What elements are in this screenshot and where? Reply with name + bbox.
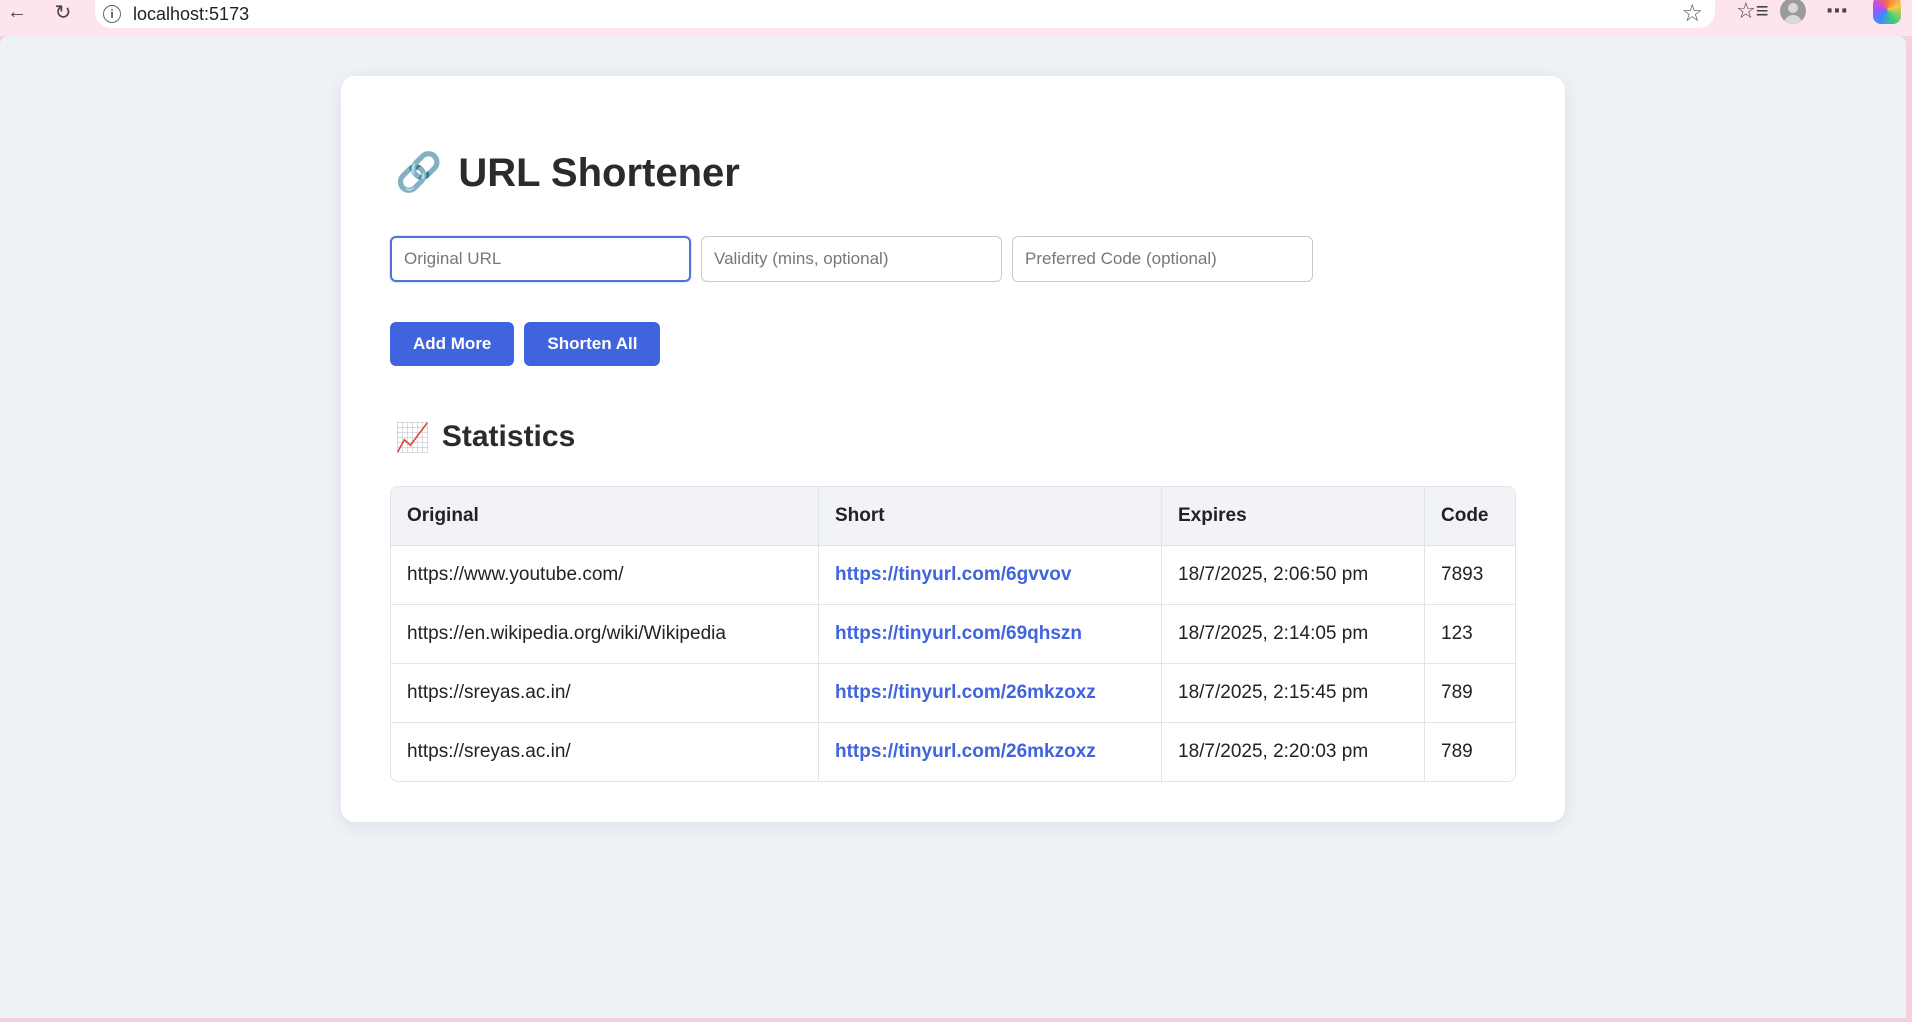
short-link[interactable]: https://tinyurl.com/26mkzoxz — [835, 682, 1096, 703]
statistics-heading: 📈 Statistics — [395, 416, 575, 458]
form-actions: Add More Shorten All — [390, 322, 661, 366]
favorites-icon[interactable]: ☆≡ — [1736, 0, 1769, 24]
more-icon[interactable]: ⋯ — [1826, 0, 1848, 24]
address-bar[interactable]: i localhost:5173 ☆ — [95, 0, 1715, 28]
table-row: https://sreyas.ac.in/ https://tinyurl.co… — [391, 722, 1515, 781]
short-link[interactable]: https://tinyurl.com/26mkzoxz — [835, 741, 1096, 762]
cell-original: https://sreyas.ac.in/ — [391, 663, 819, 723]
table-row: https://www.youtube.com/ https://tinyurl… — [391, 545, 1515, 605]
cell-code: 789 — [1441, 741, 1473, 762]
cell-original: https://sreyas.ac.in/ — [391, 722, 819, 781]
cell-expires: 18/7/2025, 2:06:50 pm — [1161, 545, 1425, 605]
table-header-row: Original Short Expires Code — [391, 487, 1515, 546]
column-header-original: Original — [391, 487, 819, 546]
cell-expires: 18/7/2025, 2:15:45 pm — [1161, 663, 1425, 723]
cell-code: 123 — [1424, 604, 1515, 664]
link-icon: 🔗 — [395, 152, 443, 194]
statistics-table-wrapper: Original Short Expires Code https://www.… — [390, 486, 1516, 782]
copilot-icon[interactable] — [1873, 0, 1901, 24]
cell-code: 789 — [1424, 663, 1515, 723]
table-row: https://en.wikipedia.org/wiki/Wikipedia … — [391, 604, 1515, 664]
original-url-input[interactable] — [390, 236, 691, 282]
page-title-text: URL Shortener — [458, 150, 740, 195]
cell-code: 7893 — [1424, 545, 1515, 605]
cell-short: https://tinyurl.com/26mkzoxz — [818, 663, 1162, 723]
cell-original: https://www.youtube.com/ — [391, 545, 819, 605]
column-header-code: Code — [1424, 487, 1515, 546]
preferred-code-input[interactable] — [1012, 236, 1313, 282]
cell-expires: 18/7/2025, 2:14:05 pm — [1161, 604, 1425, 664]
cell-short: https://tinyurl.com/69qhszn — [818, 604, 1162, 664]
cell-short: https://tinyurl.com/6gvvov — [818, 545, 1162, 605]
url-form — [390, 236, 1313, 282]
cell-expires: 18/7/2025, 2:20:03 pm — [1161, 722, 1425, 781]
short-link[interactable]: https://tinyurl.com/69qhszn — [835, 623, 1082, 644]
avatar-icon[interactable] — [1780, 0, 1806, 24]
address-url[interactable]: localhost:5173 — [133, 4, 249, 25]
cell-original: https://en.wikipedia.org/wiki/Wikipedia — [391, 604, 819, 664]
star-icon[interactable]: ☆ — [1681, 0, 1703, 28]
arrow-left-icon[interactable]: ← — [2, 0, 32, 24]
table-row: https://sreyas.ac.in/ https://tinyurl.co… — [391, 663, 1515, 723]
validity-input[interactable] — [701, 236, 1002, 282]
page-title: 🔗 URL Shortener — [395, 148, 740, 198]
shortener-card: 🔗 URL Shortener Add More Shorten All 📈 S… — [341, 76, 1565, 822]
column-header-short: Short — [818, 487, 1162, 546]
statistics-table: Original Short Expires Code https://www.… — [391, 487, 1515, 781]
reload-icon[interactable]: ↻ — [48, 0, 78, 24]
short-link[interactable]: https://tinyurl.com/6gvvov — [835, 564, 1071, 585]
info-icon[interactable]: i — [103, 5, 121, 23]
browser-toolbar: ← ↻ i localhost:5173 ☆ ☆≡ ⋯ — [0, 0, 1912, 36]
cell-short: https://tinyurl.com/26mkzoxz — [818, 722, 1162, 781]
shorten-all-button[interactable]: Shorten All — [524, 322, 661, 366]
chart-increasing-icon: 📈 — [395, 421, 430, 453]
statistics-title: Statistics — [441, 420, 576, 453]
add-more-button[interactable]: Add More — [390, 322, 515, 366]
page-viewport: 🔗 URL Shortener Add More Shorten All 📈 S… — [0, 36, 1906, 1018]
column-header-expires: Expires — [1161, 487, 1425, 546]
